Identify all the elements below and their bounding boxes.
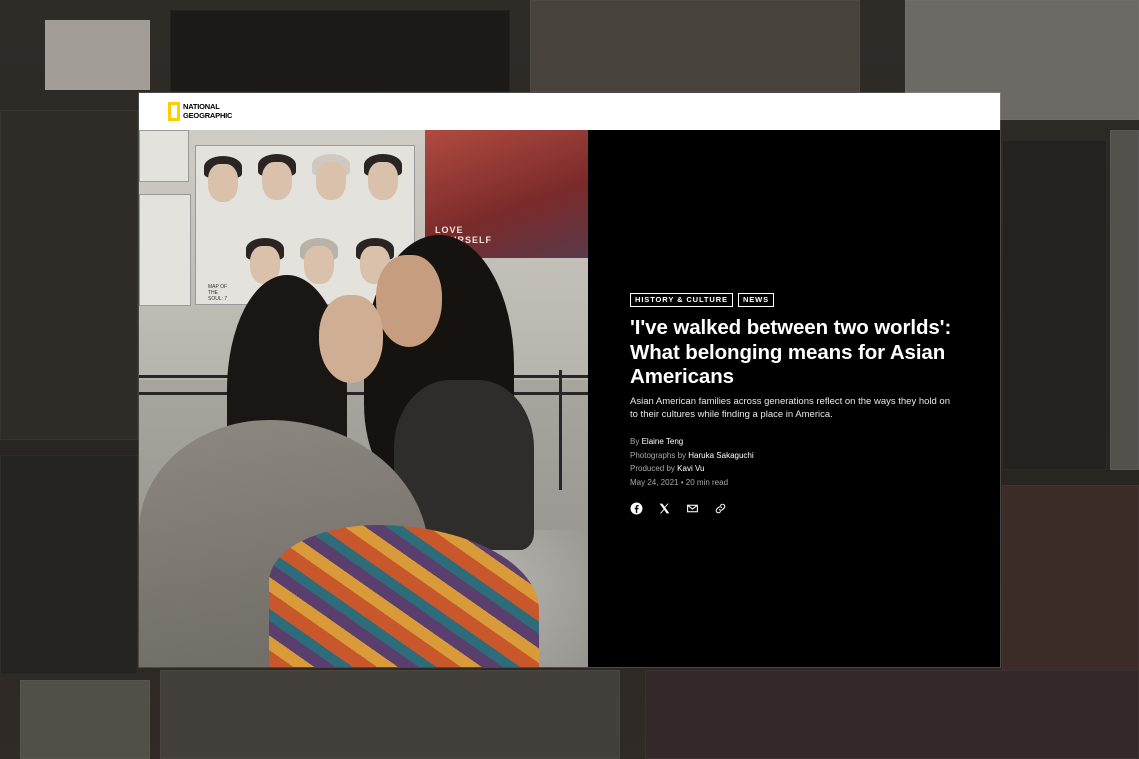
article-credits: By Elaine Teng Photographs by Haruka Sak…	[630, 435, 754, 490]
poster-text: LOVE	[435, 225, 464, 235]
logo-line-2: GEOGRAPHIC	[183, 110, 233, 120]
natgeo-logo[interactable]: NATIONAL GEOGRAPHIC	[168, 102, 232, 121]
share-bar	[630, 502, 727, 515]
site-header: NATIONAL GEOGRAPHIC	[139, 93, 1000, 130]
photo-credit: Photographs by Haruka Sakaguchi	[630, 450, 754, 460]
article-tags: History & Culture News	[630, 293, 775, 307]
facebook-icon[interactable]	[630, 502, 643, 515]
article-headline: 'I've walked between two worlds': What b…	[630, 316, 952, 388]
link-icon[interactable]	[714, 502, 727, 515]
tag-history-culture[interactable]: History & Culture	[630, 293, 733, 307]
author-link[interactable]: Elaine Teng	[642, 437, 684, 446]
email-icon[interactable]	[686, 502, 699, 515]
publish-date: May 24, 2021	[630, 478, 679, 488]
photographer-link[interactable]: Haruka Sakaguchi	[688, 451, 753, 460]
wall-poster	[139, 130, 189, 182]
article-dek: Asian American families across generatio…	[630, 396, 950, 420]
producer-credit: Produced by Kavi Vu	[630, 464, 705, 474]
article-intro-panel: History & Culture News 'I've walked betw…	[588, 130, 1000, 667]
byline: By Elaine Teng	[630, 437, 684, 446]
hero-photo: MAP OF THE SOUL: 7 LOVE YOURSELF	[139, 130, 588, 667]
read-time: 20 min read	[685, 478, 729, 488]
article-hero-card: NATIONAL GEOGRAPHIC MAP OF THE SOUL: 7 L…	[139, 93, 1000, 667]
producer-link[interactable]: Kavi Vu	[677, 464, 704, 473]
x-icon[interactable]	[658, 502, 671, 515]
publish-meta: May 24, 2021 • 20 min read	[630, 478, 729, 488]
tag-news[interactable]: News	[737, 293, 775, 307]
poster-text: SOUL: 7	[208, 296, 228, 302]
wall-poster	[139, 194, 191, 306]
yellow-frame-icon	[168, 102, 180, 121]
